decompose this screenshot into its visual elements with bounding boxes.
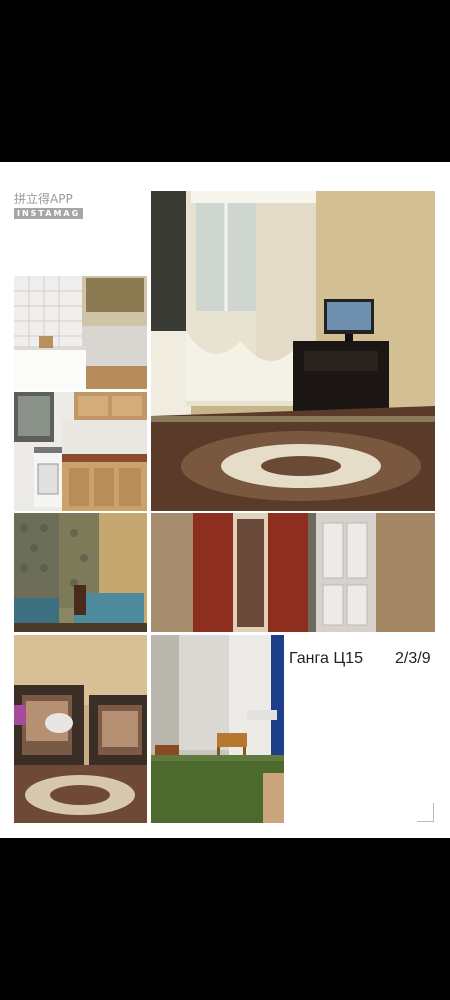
listing-title: Ганга Ц15 [289, 650, 363, 667]
photo-balcony-room[interactable] [151, 635, 284, 823]
brand-watermark: INSTAMAG [14, 208, 84, 219]
photo-wardrobe[interactable] [151, 513, 435, 632]
photo-armchairs[interactable] [14, 635, 147, 823]
collage-canvas: 拼立得APP INSTAMAG Ганга Ц15 2/3/9 [0, 162, 450, 838]
photo-kitchen-stove[interactable] [14, 392, 147, 511]
corner-crop-mark [417, 803, 434, 822]
photo-kitchen-table[interactable] [14, 276, 147, 389]
photo-living-room[interactable] [151, 191, 435, 511]
photo-bedroom[interactable] [14, 513, 147, 632]
listing-numbers: 2/3/9 [395, 650, 431, 667]
app-watermark: 拼立得APP [14, 192, 73, 206]
